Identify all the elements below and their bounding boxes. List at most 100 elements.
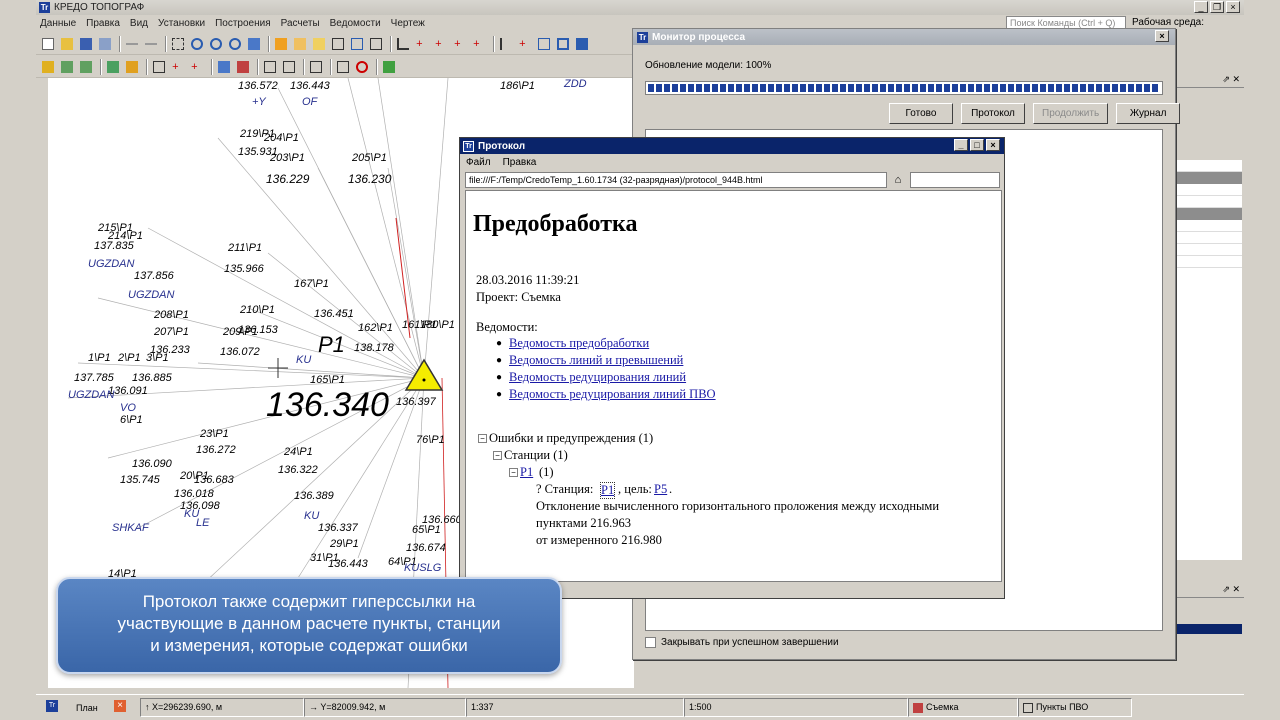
stations-node[interactable]: Станции (1) — [504, 448, 568, 463]
collapse-icon[interactable]: − — [509, 468, 518, 477]
menu-edit[interactable]: Правка — [86, 18, 120, 29]
redo-icon[interactable] — [143, 36, 159, 52]
minimize-button[interactable]: _ — [1194, 1, 1208, 13]
rotate-tool-icon[interactable]: + — [471, 36, 487, 52]
restore-button[interactable]: ❐ — [1210, 1, 1224, 13]
find-input[interactable] — [910, 172, 1000, 188]
new-file-icon[interactable] — [40, 36, 56, 52]
export-icon[interactable] — [124, 59, 140, 75]
refresh-view-icon[interactable] — [246, 36, 262, 52]
done-button[interactable]: Готово — [889, 103, 953, 124]
menu-settings[interactable]: Установки — [158, 18, 205, 29]
map-point-label: 136.389 — [294, 490, 334, 502]
map-point-label: 137.835 — [94, 240, 134, 252]
bullet-icon: ● — [496, 372, 503, 383]
message-station-link[interactable]: P1 — [600, 482, 616, 499]
no-entry-icon[interactable] — [354, 59, 370, 75]
report-link-reduction[interactable]: Ведомость редуцирования линий — [509, 370, 686, 385]
monitor-close-button[interactable]: × — [1155, 30, 1169, 42]
pick-point-icon[interactable]: + — [189, 59, 205, 75]
message-target-link[interactable]: P5 — [654, 482, 667, 497]
close-button[interactable]: × — [1226, 1, 1240, 13]
find-point-icon[interactable] — [151, 59, 167, 75]
map-point-label: 2\P1 — [118, 352, 141, 364]
map-code-label: UGZDAN — [88, 258, 135, 270]
continue-button[interactable]: Продолжить — [1033, 103, 1109, 124]
filter-icon[interactable] — [262, 59, 278, 75]
selected-row[interactable] — [1176, 624, 1242, 634]
panel-pin-icon[interactable]: ⇗ ✕ — [1174, 74, 1244, 88]
layer-icon[interactable] — [273, 36, 289, 52]
close-on-success-option[interactable]: Закрывать при успешном завершении — [645, 637, 839, 648]
save-all-icon[interactable] — [97, 36, 113, 52]
grid-icon[interactable] — [536, 36, 552, 52]
copy-icon[interactable] — [335, 59, 351, 75]
menu-reports[interactable]: Ведомости — [330, 18, 381, 29]
open-folder-icon[interactable] — [59, 36, 75, 52]
snap-icon[interactable] — [349, 36, 365, 52]
menu-view[interactable]: Вид — [130, 18, 148, 29]
menu-edit[interactable]: Правка — [503, 157, 537, 168]
zoom-icon[interactable] — [189, 36, 205, 52]
move-tool-icon[interactable]: + — [452, 36, 468, 52]
axis-icon[interactable] — [395, 36, 411, 52]
map-point-label: 136.153 — [238, 324, 278, 336]
plan-tab[interactable]: План — [76, 703, 98, 713]
add-point-icon[interactable]: + — [170, 59, 186, 75]
zoom-extent-icon[interactable] — [227, 36, 243, 52]
panel2-pin-icon[interactable]: ⇗ ✕ — [1174, 584, 1244, 598]
station-icon[interactable] — [40, 59, 56, 75]
close-button[interactable]: × — [986, 139, 1000, 151]
report-icon[interactable] — [235, 59, 251, 75]
errors-node[interactable]: Ошибки и предупреждения (1) — [489, 431, 653, 446]
point-tool-icon[interactable]: + — [414, 36, 430, 52]
properties-list[interactable] — [1176, 160, 1242, 560]
undo-icon[interactable] — [124, 36, 140, 52]
scale2-field: 1:500 — [684, 698, 908, 717]
menu-constructions[interactable]: Построения — [215, 18, 271, 29]
menu-drawing[interactable]: Чертеж — [391, 18, 425, 29]
cursor-icon[interactable] — [498, 36, 514, 52]
table-icon[interactable] — [216, 59, 232, 75]
report-link-preprocessing[interactable]: Ведомость предобработки — [509, 336, 649, 351]
menu-file[interactable]: Файл — [466, 157, 491, 168]
menu-calculations[interactable]: Расчеты — [281, 18, 320, 29]
collapse-icon[interactable]: − — [478, 434, 487, 443]
layer1-field[interactable]: Съемка — [908, 698, 1018, 717]
close-on-success-checkbox[interactable] — [645, 637, 656, 648]
traverse-icon[interactable] — [59, 59, 75, 75]
menu-data[interactable]: Данные — [40, 18, 76, 29]
select-icon[interactable] — [170, 36, 186, 52]
report-link-lines[interactable]: Ведомость линий и превышений — [509, 353, 683, 368]
home-icon[interactable]: ⌂ — [888, 172, 908, 188]
collapse-icon[interactable]: − — [493, 451, 502, 460]
maximize-button[interactable]: □ — [970, 139, 984, 151]
close-tab-icon[interactable]: × — [114, 700, 126, 712]
protocol-button[interactable]: Протокол — [961, 103, 1025, 124]
frame-icon[interactable] — [555, 36, 571, 52]
address-bar[interactable]: file:///F:/Temp/CredoTemp_1.60.1734 (32-… — [465, 172, 887, 188]
monitor-titlebar: Tr Монитор процесса × — [633, 29, 1175, 45]
fill-icon[interactable] — [311, 36, 327, 52]
minimize-button[interactable]: _ — [954, 139, 968, 151]
station-p1-link[interactable]: P1 — [520, 465, 533, 480]
import-icon[interactable] — [105, 59, 121, 75]
map-point-label: 29\P1 — [330, 538, 359, 550]
survey-icon[interactable] — [78, 59, 94, 75]
save-icon[interactable] — [78, 36, 94, 52]
report-link-reduction-pvo[interactable]: Ведомость редуцирования линий ПВО — [509, 387, 716, 402]
pen-icon[interactable] — [308, 59, 324, 75]
copy-layer-icon[interactable] — [292, 36, 308, 52]
map-point-label: 136.572 — [238, 80, 278, 92]
calc-icon[interactable] — [381, 59, 397, 75]
right-dock-panel: ⇗ ✕ ⇗ ✕ — [1174, 74, 1244, 686]
layer2-field[interactable]: Пункты ПВО — [1018, 698, 1132, 717]
journal-button[interactable]: Журнал — [1116, 103, 1181, 124]
node-edit-icon[interactable]: + — [517, 36, 533, 52]
line-tool-icon[interactable]: + — [433, 36, 449, 52]
settings-icon[interactable] — [281, 59, 297, 75]
properties-icon[interactable] — [368, 36, 384, 52]
info-icon[interactable] — [574, 36, 590, 52]
measure-icon[interactable] — [330, 36, 346, 52]
zoom-out-icon[interactable] — [208, 36, 224, 52]
